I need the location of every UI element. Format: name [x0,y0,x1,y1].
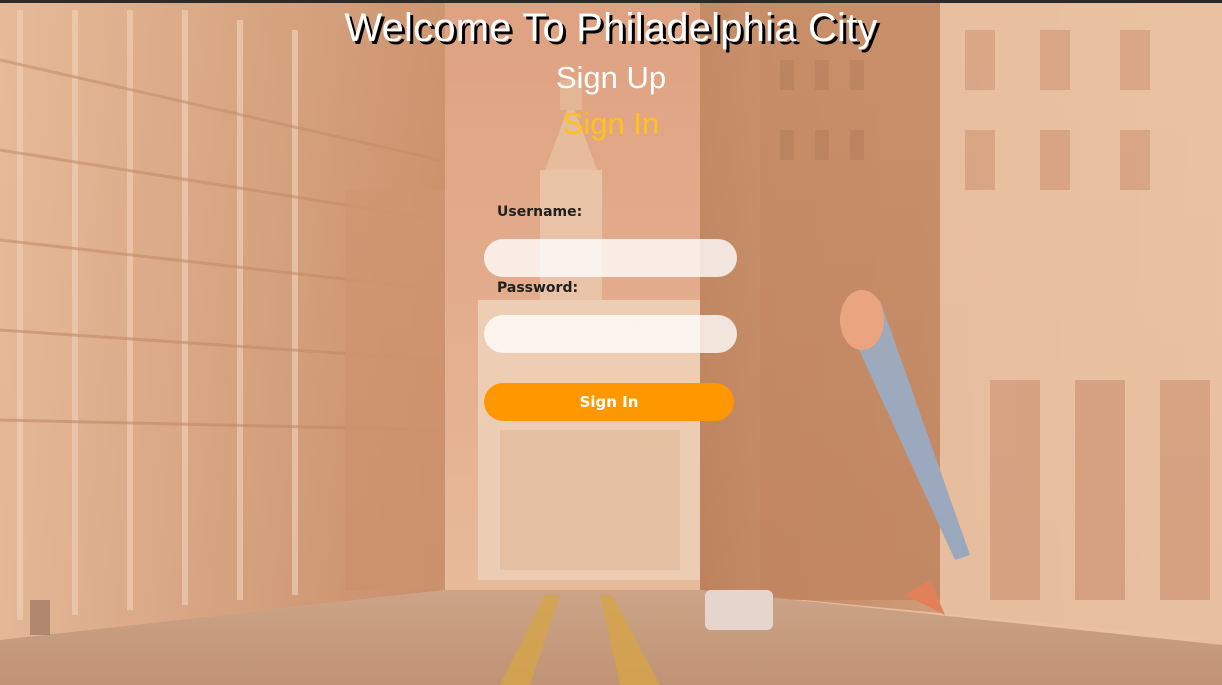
password-label: Password: [497,280,579,296]
username-input[interactable] [484,239,737,277]
sign-in-button[interactable]: Sign In [484,383,734,421]
password-input[interactable] [484,315,737,353]
sign-up-link[interactable]: Sign Up [0,60,1222,96]
page-title: Welcome To Philadelphia City [344,6,878,50]
top-border [0,0,1222,3]
username-label: Username: [497,204,583,220]
sign-in-link[interactable]: Sign In [0,106,1222,142]
